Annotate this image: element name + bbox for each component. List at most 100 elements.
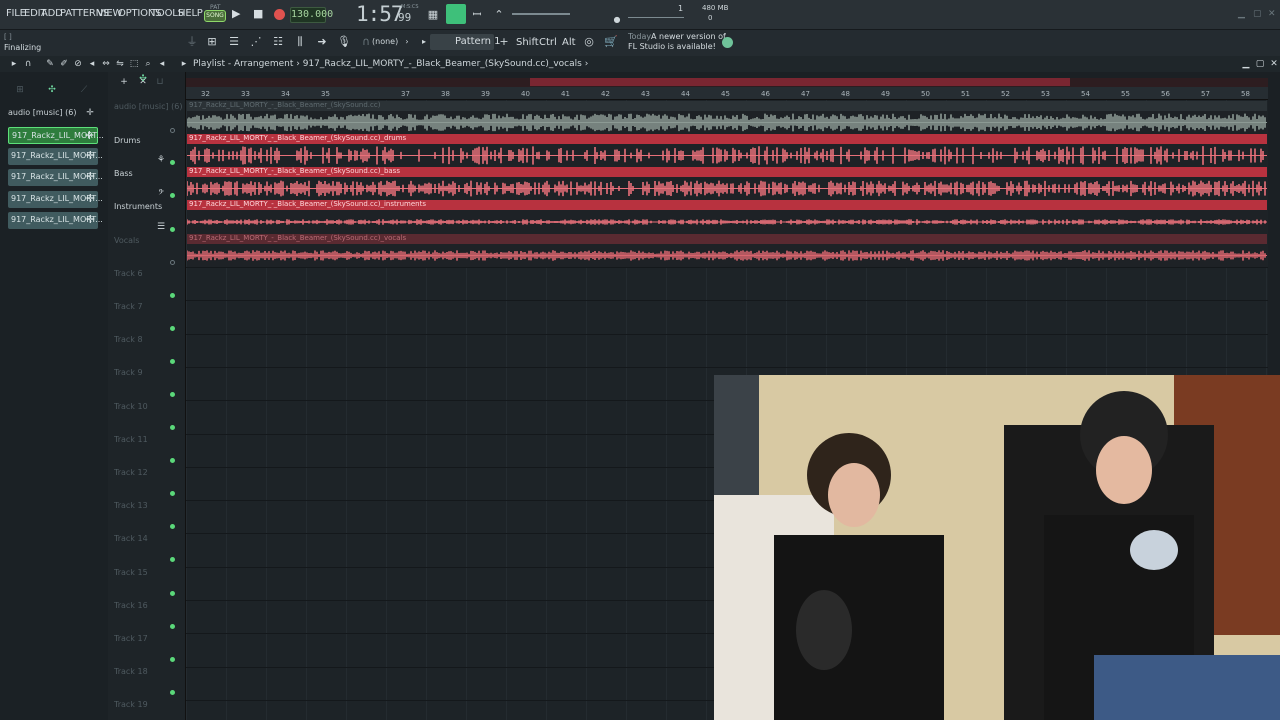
record-icon[interactable]	[274, 9, 285, 20]
playback-tool-icon[interactable]: ◂	[156, 58, 168, 70]
playlist-close-icon[interactable]: ✕	[1268, 58, 1280, 70]
add-track-icon[interactable]: +	[118, 76, 130, 88]
main-volume-slider[interactable]	[512, 13, 570, 15]
tempo-display[interactable]: 130.000	[290, 7, 333, 23]
track-name[interactable]: Track 11	[114, 435, 148, 444]
magnet-snap-icon[interactable]: ∩	[22, 58, 34, 70]
playlist-icon[interactable]: ⊞	[204, 34, 220, 50]
picker-item[interactable]: 917_Rackz_LIL_MORT... ✛	[8, 127, 104, 144]
track-name[interactable]: Track 12	[114, 468, 148, 477]
track-name[interactable]: Track 7	[114, 302, 143, 311]
playlist-minimize-icon[interactable]: ▁	[1240, 58, 1252, 70]
picker-folder[interactable]: audio [music] (6)	[8, 108, 76, 117]
clip-waveform-drums[interactable]	[187, 144, 1267, 167]
track-mute-led[interactable]	[170, 193, 175, 198]
play-icon[interactable]: ▶	[232, 7, 240, 20]
track-name-audio[interactable]: audio [music] (6)	[114, 102, 182, 111]
track-mute-led[interactable]	[170, 293, 175, 298]
breadcrumb-arrow-icon[interactable]: ▸	[178, 58, 190, 70]
delete-tool-icon[interactable]: ⊘	[72, 58, 84, 70]
track-mute-led[interactable]	[170, 524, 175, 529]
export-arrow-icon[interactable]: ➜	[314, 34, 330, 50]
lock-icon[interactable]: ⊔	[154, 76, 166, 88]
options-arrow-icon[interactable]: ▸	[8, 58, 20, 70]
clip-waveform-vocals[interactable]	[187, 244, 1267, 267]
track-mute-led[interactable]	[170, 690, 175, 695]
track-mute-led[interactable]	[170, 260, 175, 265]
song-mode-toggle[interactable]: SONG	[204, 10, 226, 22]
clip-header-bass[interactable]: 917_Rackz_LIL_MORTY_-_Black_Beamer_(SkyS…	[187, 167, 1267, 177]
track-name[interactable]: Track 8	[114, 335, 143, 344]
track-name[interactable]: Track 15	[114, 568, 148, 577]
shift-key[interactable]: Shift	[516, 37, 539, 48]
stop-icon[interactable]: ■	[253, 7, 263, 20]
shop-cart-icon[interactable]: 🛒	[603, 34, 619, 50]
snap-selector[interactable]: (none)	[372, 37, 398, 46]
track-name[interactable]: Bass	[114, 169, 133, 178]
track-mute-led[interactable]	[170, 591, 175, 596]
time-selection-range[interactable]	[530, 78, 1070, 86]
clip-header-vocals[interactable]: 917_Rackz_LIL_MORTY_-_Black_Beamer_(SkyS…	[187, 234, 1267, 244]
track-name[interactable]: Track 13	[114, 501, 148, 510]
clip-header-drums[interactable]: 917_Rackz_LIL_MORTY_-_Black_Beamer_(SkyS…	[187, 134, 1267, 144]
snap-arrow-icon[interactable]: ›	[399, 34, 415, 50]
drag-handle-icon[interactable]: ✛	[86, 213, 95, 226]
menu-help[interactable]: HELP	[178, 8, 203, 19]
clip-waveform-instruments[interactable]	[187, 210, 1267, 234]
track-name[interactable]: Vocals	[114, 236, 139, 245]
paint-tool-icon[interactable]: ✐	[58, 58, 70, 70]
maximize-icon[interactable]: ▢	[1253, 9, 1262, 19]
mic-icon[interactable]: 🎙	[336, 34, 352, 50]
track-name[interactable]: Track 17	[114, 634, 148, 643]
clip-header-full-mix[interactable]: 917_Rackz_LIL_MORTY_-_Black_Beamer_(SkyS…	[187, 101, 1267, 111]
track-name[interactable]: Track 10	[114, 402, 148, 411]
picker-audio-icon[interactable]: ✣	[46, 84, 58, 96]
metronome-icon[interactable]: ꟷ	[468, 7, 486, 23]
step-edit-icon[interactable]: ⌃	[490, 7, 508, 23]
minimize-icon[interactable]: ▁	[1238, 9, 1245, 19]
picker-item[interactable]: 917_Rackz_LIL_MORT... ✛	[8, 191, 103, 208]
track-name[interactable]: Track 19	[114, 700, 148, 709]
slice-tool-icon[interactable]: ⇋	[114, 58, 126, 70]
track-mute-led[interactable]	[170, 624, 175, 629]
track-name[interactable]: Instruments	[114, 202, 162, 211]
track-mute-led[interactable]	[170, 392, 175, 397]
track-mute-led[interactable]	[170, 128, 175, 133]
track-mute-led[interactable]	[170, 557, 175, 562]
ctrl-key[interactable]: Ctrl	[539, 37, 557, 48]
globe-icon[interactable]	[722, 37, 733, 48]
channel-rack-icon[interactable]: ☰	[226, 34, 242, 50]
master-pitch-slider[interactable]	[628, 17, 684, 18]
picker-patterns-icon[interactable]: ⊞	[14, 84, 26, 96]
pitch-knob-icon[interactable]: ●	[608, 12, 626, 28]
pan-icon[interactable]: ⏚	[184, 34, 200, 50]
playlist-maximize-icon[interactable]: ▢	[1254, 58, 1266, 70]
track-name[interactable]: Track 6	[114, 269, 143, 278]
picker-item[interactable]: 917_Rackz_LIL_MORT... ✛	[8, 212, 103, 229]
clip-waveform-full-mix[interactable]	[187, 111, 1267, 134]
track-mute-led[interactable]	[170, 425, 175, 430]
draw-tool-icon[interactable]: ✎	[44, 58, 56, 70]
drag-handle-icon[interactable]: ✛	[85, 129, 94, 142]
mixer-icon[interactable]: ⫼	[292, 34, 308, 50]
track-name[interactable]: Track 16	[114, 601, 148, 610]
browser-icon[interactable]: ☷	[270, 34, 286, 50]
track-mute-led[interactable]	[170, 227, 175, 232]
zoom-tool-icon[interactable]: ⌕	[142, 58, 154, 70]
picker-item[interactable]: 917_Rackz_LIL_MORT... ✛	[8, 148, 103, 165]
news-line-1[interactable]: A newer version of	[651, 32, 726, 41]
track-mute-led[interactable]	[170, 491, 175, 496]
track-name[interactable]: Track 18	[114, 667, 148, 676]
mute-tool-icon[interactable]: ◂	[86, 58, 98, 70]
clip-header-instruments[interactable]: 917_Rackz_LIL_MORTY_-_Black_Beamer_(SkyS…	[187, 200, 1267, 210]
piano-roll-icon[interactable]: ⋰	[248, 34, 264, 50]
zoom-icon[interactable]: ✣	[137, 73, 149, 85]
track-name[interactable]: Track 9	[114, 368, 143, 377]
track-name[interactable]: Drums	[114, 136, 140, 145]
smart-icon[interactable]: ◎	[581, 34, 597, 50]
clip-waveform-bass[interactable]	[187, 177, 1267, 200]
picker-item[interactable]: 917_Rackz_LIL_MORT... ✛	[8, 169, 103, 186]
track-mute-led[interactable]	[170, 326, 175, 331]
track-name[interactable]: Track 14	[114, 534, 148, 543]
news-line-2[interactable]: FL Studio is available!	[628, 42, 716, 51]
